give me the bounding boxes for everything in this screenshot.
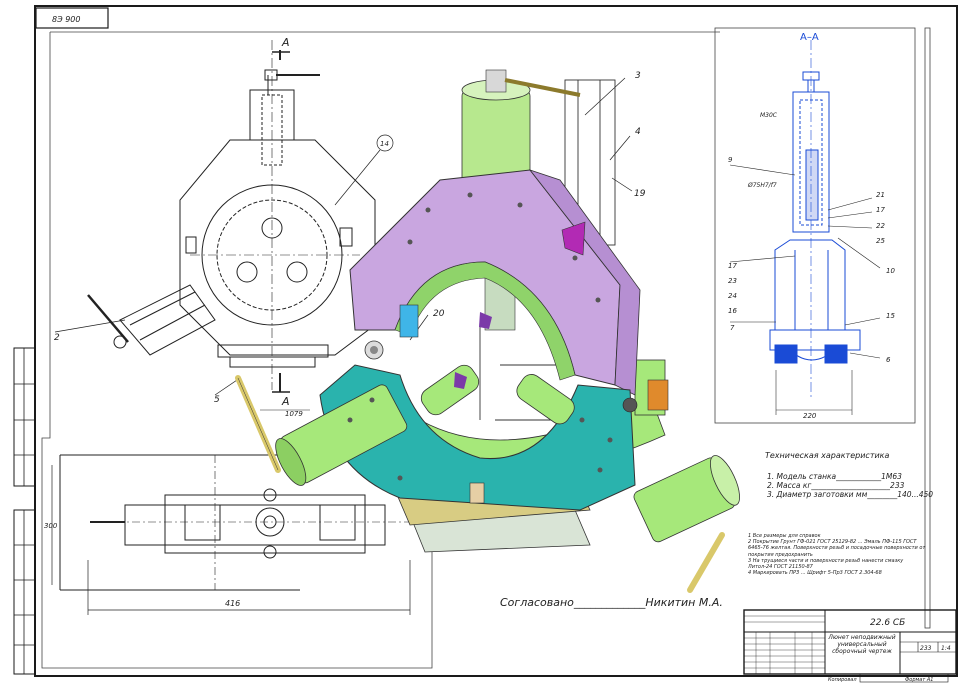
section-dim-left-2: 23 — [728, 277, 737, 285]
callout-14: 14 — [380, 140, 389, 148]
tech-line-2: 2. Масса кг_____________________233 — [767, 481, 905, 490]
note-3: 3 На трущиеся части и поверхности резьб … — [748, 557, 904, 571]
callout-19: 19 — [634, 189, 646, 199]
drawing-sheet: 8Э 900 А А 10 79 14 2 5 20 3 4 19 300 416… — [0, 0, 966, 684]
dim-plan-height: 300 — [44, 522, 58, 530]
tech-line-1: 1. Модель станка____________1М63 — [767, 472, 902, 481]
note-4: 4 Маркировать ПРЗ ... Шрифт 5-Пр3 ГОСТ 2… — [748, 570, 882, 577]
section-width-dim: 220 — [803, 412, 817, 420]
format-label: Формат А1 — [905, 677, 933, 683]
section-leaders — [729, 164, 881, 359]
doc-mass: 233 — [920, 645, 932, 652]
doc-code: 22.6 СБ — [870, 618, 905, 628]
section-dim-right-0: 21 — [876, 191, 885, 199]
section-fit-label: Ø75H7/f7 — [747, 182, 777, 189]
section-dim-right-4: 10 — [886, 267, 895, 275]
callout-3: 3 — [635, 71, 641, 81]
section-dim-left-5: 7 — [730, 324, 735, 332]
section-aa-drawing — [769, 40, 861, 415]
section-title: А–А — [800, 32, 819, 43]
tech-line-3: 3. Диаметр заготовки мм________140...450 — [767, 490, 933, 499]
front-view-drawing — [87, 40, 376, 411]
cut-label-bottom: А — [281, 395, 290, 408]
drawing-canvas: 8Э 900 А А 10 79 14 2 5 20 3 4 19 300 416… — [13, 5, 958, 683]
doc-name: Люнет неподвижный универсальный сборочны… — [828, 634, 896, 655]
section-dim-right-6: 6 — [886, 356, 891, 364]
dim-small: 1079 — [285, 410, 303, 418]
section-dim-right-2: 22 — [876, 222, 885, 230]
callout-2: 2 — [54, 333, 60, 343]
section-dim-right-1: 17 — [876, 206, 885, 214]
plan-view-drawing — [51, 454, 411, 615]
agreement-line: Согласовано_____________Никитин М.А. — [500, 596, 723, 609]
copied-label: Копировал — [828, 677, 857, 683]
section-dim-right-5: 15 — [886, 312, 895, 320]
doc-scale: 1:4 — [941, 645, 951, 652]
section-dim-right-3: 25 — [876, 237, 885, 245]
sheet-code-box: 8Э 900 — [52, 15, 81, 24]
doc-name-box: Люнет неподвижный универсальный сборочны… — [828, 634, 896, 655]
dim-plan-bottom: 416 — [225, 599, 240, 608]
note-2: 2 Покрытие Грунт ГФ-021 ГОСТ 25129-82 ..… — [748, 539, 926, 558]
section-dim-left-3: 24 — [728, 292, 737, 300]
isometric-render — [235, 69, 740, 593]
section-dim-left-4: 16 — [728, 307, 737, 315]
tech-title: Техническая характеристика — [765, 451, 890, 460]
notes-block: 1 Все размеры для справок 2 Покрытие Гру… — [748, 533, 926, 577]
callout-4: 4 — [635, 127, 641, 137]
callout-5: 5 — [214, 395, 220, 405]
callout-20: 20 — [433, 309, 445, 319]
cut-label-top: А — [281, 36, 290, 49]
section-m-label: М30С — [760, 112, 778, 119]
section-dim-left-0: 9 — [728, 156, 733, 164]
section-dim-left-1: 17 — [728, 262, 737, 270]
